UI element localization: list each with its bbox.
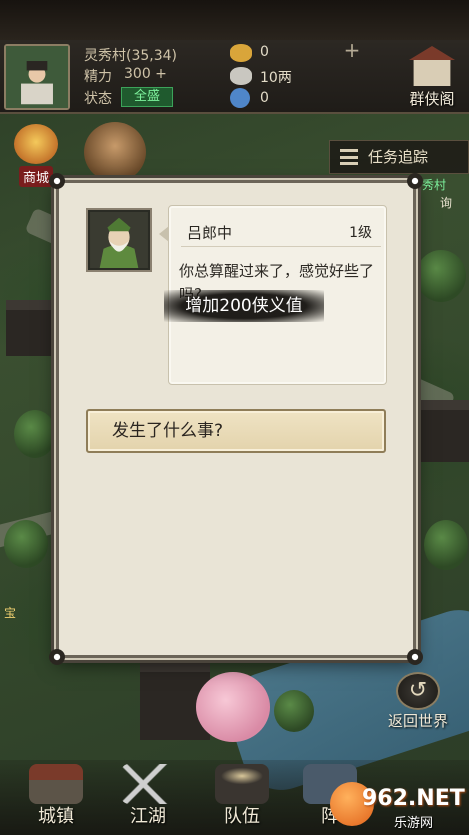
nav-team-label: 队伍 — [224, 806, 260, 827]
nav-town-label: 城镇 — [38, 806, 74, 827]
status-badge: 全盛 — [121, 87, 173, 107]
jade-value: 0 — [260, 90, 269, 106]
location-text: 灵秀村(35,34) — [84, 48, 178, 64]
menu-icon — [340, 149, 358, 165]
nav-jianghu-label: 江湖 — [130, 806, 166, 827]
guild-label: 群侠阁 — [409, 90, 455, 108]
npc-level: 1级 — [349, 225, 372, 241]
dialog-option-button[interactable]: 发生了什么事? — [86, 409, 386, 453]
town-gate-icon — [29, 764, 83, 804]
village-map-label: 秀村 — [422, 178, 447, 192]
player-avatar[interactable] — [4, 44, 70, 110]
corner-rivet — [49, 173, 65, 189]
nav-town[interactable]: 城镇 — [16, 760, 96, 835]
corner-rivet — [49, 649, 65, 665]
nav-jianghu[interactable]: 江湖 — [108, 760, 188, 835]
guild-button[interactable]: 群侠阁 — [398, 46, 466, 110]
treasure-map-label: 宝 — [4, 606, 17, 620]
jade-swirl-icon — [230, 88, 250, 108]
gold-ingot-icon — [230, 44, 252, 62]
return-arrow-icon: ↺ — [396, 672, 440, 710]
watermark-sub: 乐游网 — [394, 816, 434, 831]
reward-toast: 增加200侠义值 — [164, 290, 324, 322]
pavilion-icon — [409, 46, 455, 86]
return-world-label: 返回世界 — [387, 712, 448, 730]
treasure-icon — [14, 124, 58, 164]
npc-portrait — [86, 208, 152, 272]
shop-label: 商城 — [18, 166, 53, 187]
corner-rivet — [407, 173, 423, 189]
elder-doctor-icon — [90, 212, 148, 268]
corner-rivet — [407, 649, 423, 665]
crossed-swords-icon — [121, 764, 175, 804]
npc-name: 吕郎中 — [187, 224, 233, 242]
task-tracker-button[interactable]: 任务追踪 — [329, 140, 469, 174]
top-banner — [0, 0, 469, 40]
add-currency-button[interactable]: + — [343, 40, 361, 60]
energy-value[interactable]: 300 + — [124, 66, 167, 82]
speech-divider — [181, 246, 381, 247]
straw-hat-icon — [215, 764, 269, 804]
inquire-map-label: 询 — [440, 196, 453, 210]
silver-value: 10两 — [260, 70, 292, 86]
nav-team[interactable]: 队伍 — [202, 760, 282, 835]
npc-dialog: 吕郎中 1级 你总算醒过来了，感觉好些了吗? 增加200侠义值 发生了什么事? — [49, 173, 423, 665]
energy-label: 精力 — [84, 69, 112, 85]
return-world-button[interactable]: ↺ 返回世界 — [372, 672, 464, 742]
gold-value: 0 — [260, 44, 269, 60]
npc-map-portrait[interactable] — [84, 122, 146, 182]
site-watermark: 962.NET 乐游网 — [330, 782, 466, 832]
watermark-brand: 962.NET — [362, 786, 465, 811]
player-avatar-icon — [6, 46, 68, 108]
status-label: 状态 — [84, 91, 112, 107]
silver-ingot-icon — [230, 67, 252, 85]
task-tracker-label: 任务追踪 — [368, 148, 429, 166]
